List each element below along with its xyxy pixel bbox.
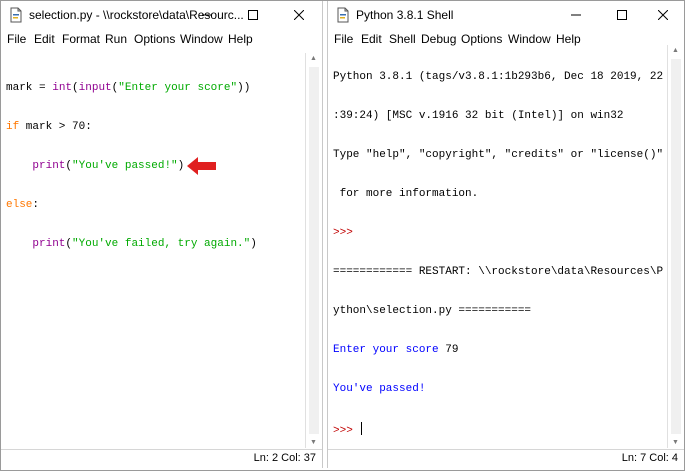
menu-edit[interactable]: Edit xyxy=(361,32,382,46)
menu-options[interactable]: Options xyxy=(461,32,502,46)
code-line: else: xyxy=(1,199,304,212)
shell-output-area[interactable]: Python 3.8.1 (tags/v3.8.1:1b293b6, Dec 1… xyxy=(328,45,666,448)
shell-line: ============ RESTART: \\rockstore\data\R… xyxy=(333,266,664,278)
shell-line: Python 3.8.1 (tags/v3.8.1:1b293b6, Dec 1… xyxy=(333,71,664,83)
menu-run[interactable]: Run xyxy=(105,32,127,46)
code-token: ) xyxy=(177,160,185,172)
shell-line: for more information. xyxy=(333,188,479,200)
idle-file-icon xyxy=(10,7,22,23)
close-button[interactable] xyxy=(276,1,322,29)
text-cursor xyxy=(361,422,363,435)
editor-vertical-scrollbar[interactable]: ▲ ▼ xyxy=(305,53,322,448)
keyword-token: if xyxy=(6,121,20,133)
menu-window[interactable]: Window xyxy=(508,32,551,46)
menu-options[interactable]: Options xyxy=(134,32,175,46)
shell-vertical-scrollbar[interactable]: ▲ ▼ xyxy=(667,45,684,448)
maximize-icon xyxy=(617,10,627,20)
minimize-icon xyxy=(202,14,212,16)
scroll-up-icon[interactable]: ▲ xyxy=(672,47,679,54)
shell-prompt: >>> xyxy=(333,425,360,437)
minimize-button[interactable] xyxy=(184,1,230,29)
minimize-icon xyxy=(571,14,581,16)
builtin-token: input xyxy=(78,82,112,94)
editor-code-area[interactable]: mark = int(input("Enter your score")) if… xyxy=(1,56,304,448)
editor-statusbar: Ln: 2 Col: 37 xyxy=(1,449,322,468)
code-token: mark > 70: xyxy=(19,121,92,133)
menu-edit[interactable]: Edit xyxy=(34,32,55,46)
shell-title: Python 3.8.1 Shell xyxy=(356,8,454,22)
scrollbar-thumb[interactable] xyxy=(671,59,681,434)
menu-file[interactable]: File xyxy=(334,32,353,46)
shell-prompt: >>> xyxy=(333,227,353,239)
shell-line: :39:24) [MSC v.1916 32 bit (Intel)] on w… xyxy=(333,110,624,122)
minimize-button[interactable] xyxy=(553,1,599,29)
shell-window: Python 3.8.1 Shell File Edit Shell Debug… xyxy=(327,1,684,468)
python-shell-icon xyxy=(337,7,349,23)
menu-debug[interactable]: Debug xyxy=(421,32,456,46)
keyword-token: else xyxy=(6,199,33,211)
string-token: "Enter your score" xyxy=(118,82,238,94)
code-line: if mark > 70: xyxy=(1,121,304,134)
code-line: mark = int(input("Enter your score")) xyxy=(1,82,304,95)
builtin-token: print xyxy=(32,160,66,172)
close-icon xyxy=(658,10,668,20)
maximize-button[interactable] xyxy=(599,1,645,29)
cursor-position: Ln: 7 Col: 4 xyxy=(621,452,678,464)
maximize-icon xyxy=(248,10,258,20)
menu-help[interactable]: Help xyxy=(556,32,581,46)
menu-file[interactable]: File xyxy=(7,32,26,46)
string-token: "You've failed, try again." xyxy=(72,238,251,250)
input-prompt-text: Enter your score xyxy=(333,344,446,356)
editor-window: selection.py - \\rockstore\data\Resourc.… xyxy=(1,1,323,468)
string-token: "You've passed!" xyxy=(72,160,178,172)
scroll-up-icon[interactable]: ▲ xyxy=(310,55,317,62)
scroll-down-icon[interactable]: ▼ xyxy=(672,439,679,446)
code-line: print("You've failed, try again.") xyxy=(1,238,304,251)
editor-menubar: File Edit Format Run Options Window Help xyxy=(1,29,322,51)
close-icon xyxy=(294,10,304,20)
code-token: ) xyxy=(250,238,257,250)
code-token: : xyxy=(32,199,40,211)
menu-help[interactable]: Help xyxy=(228,32,253,46)
cursor-position: Ln: 2 Col: 37 xyxy=(253,452,316,464)
menu-shell[interactable]: Shell xyxy=(389,32,416,46)
shell-line: ython\selection.py =========== xyxy=(333,305,532,317)
input-value: 79 xyxy=(445,344,459,356)
code-token: mark = xyxy=(6,82,53,94)
shell-statusbar: Ln: 7 Col: 4 xyxy=(328,449,684,468)
red-arrow-icon xyxy=(187,157,216,175)
shell-line: Type "help", "copyright", "credits" or "… xyxy=(333,149,664,161)
code-token: )) xyxy=(237,82,251,94)
maximize-button[interactable] xyxy=(230,1,276,29)
scroll-down-icon[interactable]: ▼ xyxy=(310,439,317,446)
shell-active-line[interactable]: >>> xyxy=(328,422,666,437)
scrollbar-thumb[interactable] xyxy=(309,67,319,434)
shell-titlebar[interactable]: Python 3.8.1 Shell xyxy=(328,1,684,29)
editor-titlebar[interactable]: selection.py - \\rockstore\data\Resourc.… xyxy=(1,1,322,29)
builtin-token: print xyxy=(32,238,66,250)
shell-input-line: Enter your score 79 xyxy=(328,344,666,357)
code-token: ( xyxy=(72,82,79,94)
close-button[interactable] xyxy=(640,1,684,29)
program-output: You've passed! xyxy=(333,383,426,395)
builtin-token: int xyxy=(52,82,73,94)
menu-window[interactable]: Window xyxy=(180,32,223,46)
code-line: print("You've passed!") xyxy=(1,157,304,175)
menu-format[interactable]: Format xyxy=(62,32,100,46)
